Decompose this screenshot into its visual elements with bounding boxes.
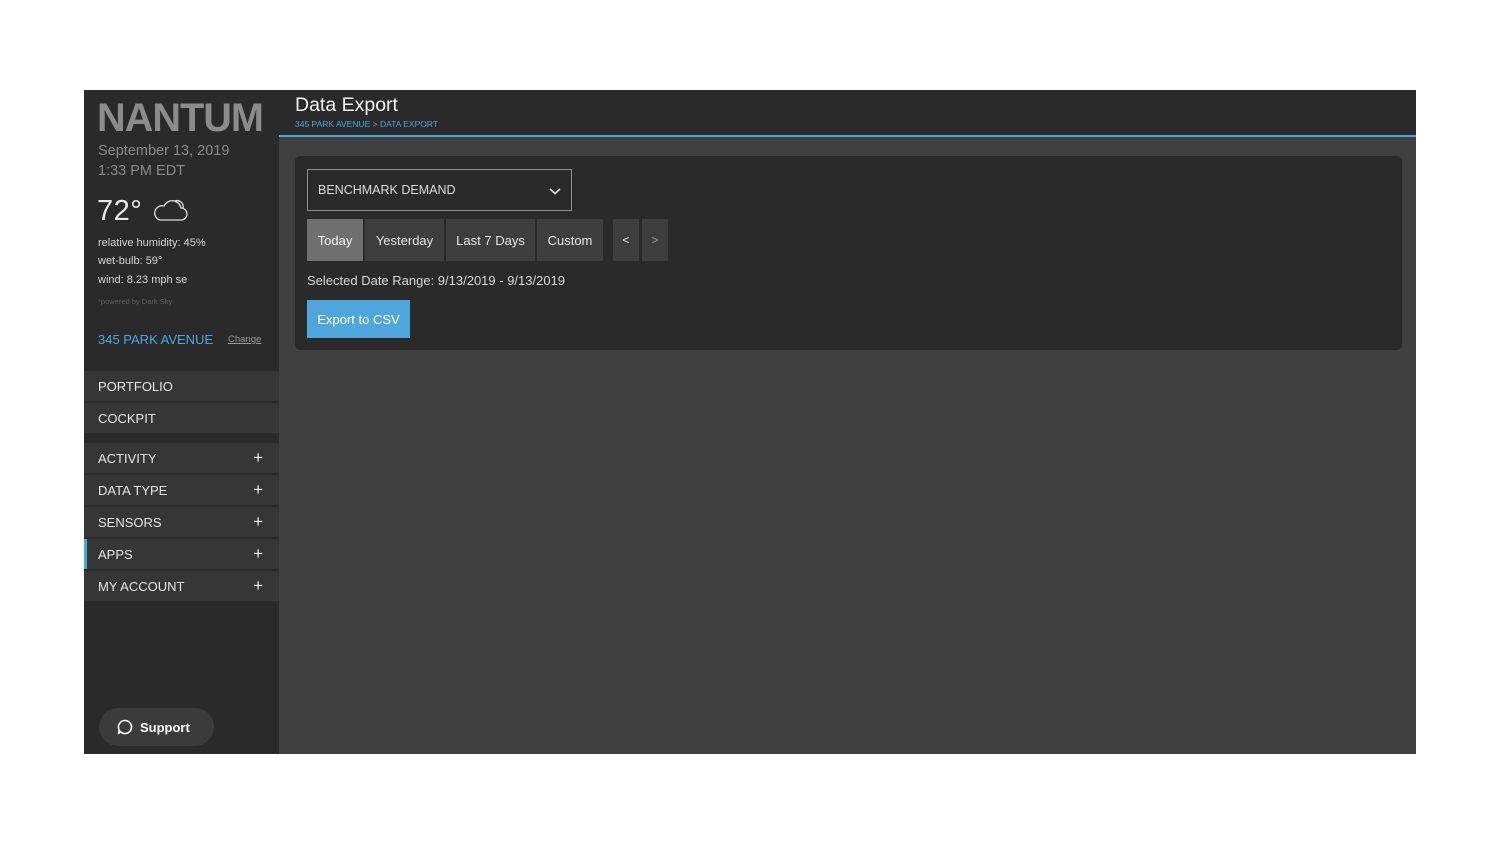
nav-data-type[interactable]: DATA TYPE + (84, 475, 279, 505)
nav-portfolio[interactable]: PORTFOLIO (84, 371, 279, 401)
building-location[interactable]: 345 PARK AVENUE (98, 332, 213, 347)
plus-icon[interactable]: + (253, 512, 263, 532)
humidity: relative humidity: 45% (98, 237, 206, 249)
nav-label: APPS (98, 546, 133, 562)
chat-bubble-icon (117, 719, 133, 735)
sidebar: NANTUM September 13, 2019 1:33 PM EDT 72… (84, 90, 279, 754)
chevron-down-icon (549, 188, 561, 195)
support-button[interactable]: Support (99, 708, 214, 746)
range-today-button[interactable]: Today (307, 219, 363, 261)
nav-apps[interactable]: APPS + (84, 539, 279, 569)
nav-sensors[interactable]: SENSORS + (84, 507, 279, 537)
export-panel: BENCHMARK DEMAND Today Yesterday Last 7 … (295, 156, 1402, 350)
nav-my-account[interactable]: MY ACCOUNT + (84, 571, 279, 601)
nav-label: ACTIVITY (98, 450, 157, 466)
page-header: Data Export 345 PARK AVENUE > DATA EXPOR… (279, 90, 1416, 137)
dataset-select-value: BENCHMARK DEMAND (318, 183, 456, 197)
nav-label: SENSORS (98, 514, 162, 530)
app-window: NANTUM September 13, 2019 1:33 PM EDT 72… (84, 90, 1416, 754)
plus-icon[interactable]: + (253, 448, 263, 468)
nav-label: DATA TYPE (98, 482, 168, 498)
current-time: 1:33 PM EDT (98, 163, 186, 179)
next-range-button[interactable]: > (642, 219, 668, 261)
previous-range-button[interactable]: < (613, 219, 639, 261)
plus-icon[interactable]: + (253, 480, 263, 500)
change-location-link[interactable]: Change (228, 334, 261, 345)
breadcrumb[interactable]: 345 PARK AVENUE > DATA EXPORT (295, 119, 438, 129)
plus-icon[interactable]: + (253, 576, 263, 596)
selected-date-range: Selected Date Range: 9/13/2019 - 9/13/20… (307, 273, 566, 288)
range-yesterday-button[interactable]: Yesterday (365, 219, 444, 261)
date-time: September 13, 2019 1:33 PM EDT (98, 141, 229, 181)
logo-text: NANTUM (97, 96, 263, 136)
range-last-7-days-button[interactable]: Last 7 Days (446, 219, 535, 261)
cloud-icon (154, 199, 189, 221)
wet-bulb: wet-bulb: 59° (98, 255, 163, 267)
current-date: September 13, 2019 (98, 143, 230, 159)
support-label: Support (140, 719, 190, 735)
nav-label: PORTFOLIO (98, 378, 173, 394)
nav-activity[interactable]: ACTIVITY + (84, 443, 279, 473)
powered-by: *powered by Dark Sky (98, 297, 173, 306)
nav-cockpit[interactable]: COCKPIT (84, 403, 279, 433)
page-title: Data Export (295, 94, 398, 116)
nantum-logo[interactable]: NANTUM (97, 96, 265, 136)
dataset-select[interactable]: BENCHMARK DEMAND (307, 169, 572, 211)
wind: wind: 8.23 mph se (98, 274, 188, 286)
export-csv-button[interactable]: Export to CSV (307, 300, 410, 338)
nav-label: COCKPIT (98, 410, 156, 426)
range-custom-button[interactable]: Custom (537, 219, 603, 261)
plus-icon[interactable]: + (253, 544, 263, 564)
temperature-row: 72° (97, 195, 189, 228)
temperature: 72° (97, 195, 143, 227)
nav-label: MY ACCOUNT (98, 578, 185, 594)
